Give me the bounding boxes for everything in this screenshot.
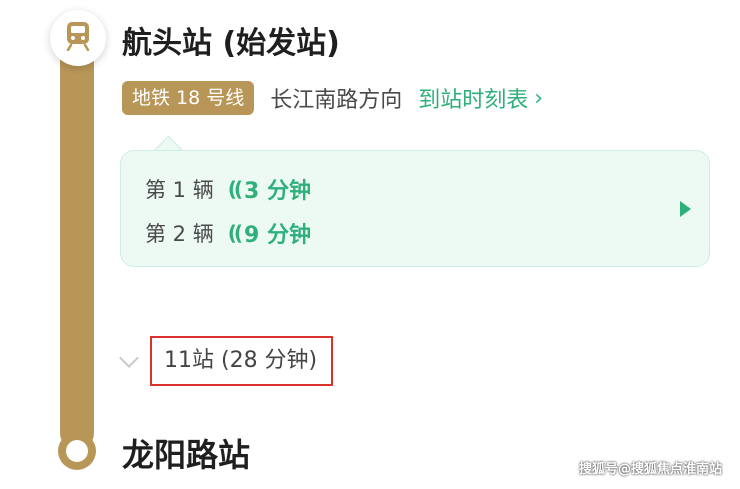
end-node-dot	[66, 440, 88, 462]
arrival-card[interactable]: 第 1 辆 (( 3 分钟 第 2 辆 (( 9 分钟	[120, 150, 710, 267]
arrival-row: 第 1 辆 (( 3 分钟	[145, 173, 311, 205]
start-station-title: 航头站 (始发站)	[122, 26, 340, 61]
chevron-right-icon: ›	[534, 85, 544, 111]
end-station-node	[58, 432, 96, 470]
vehicle-label: 第 1 辆	[145, 178, 214, 202]
arrival-row: 第 2 辆 (( 9 分钟	[145, 217, 311, 249]
route-line	[60, 30, 94, 450]
train-icon	[64, 21, 92, 55]
chevron-down-icon[interactable]	[119, 348, 139, 368]
stops-toggle[interactable]: 11站 (28 分钟)	[119, 336, 334, 386]
line-badge[interactable]: 地铁 18 号线	[122, 81, 255, 115]
arrival-eta: 3 分钟	[244, 179, 311, 204]
realtime-signal-icon: ((	[227, 177, 243, 201]
vehicle-label: 第 2 辆	[145, 222, 214, 246]
stops-summary[interactable]: 11站 (28 分钟)	[150, 336, 334, 386]
timetable-link[interactable]: 到站时刻表 ›	[418, 82, 543, 114]
line-info-row: 地铁 18 号线 长江南路方向 到站时刻表 ›	[122, 80, 543, 116]
end-station-title: 龙阳路站	[122, 436, 251, 474]
watermark: 搜狐号@搜狐焦点淮南站	[578, 462, 722, 477]
timetable-link-label: 到站时刻表	[418, 88, 529, 113]
arrival-eta: 9 分钟	[244, 223, 311, 248]
play-arrow-icon[interactable]	[680, 201, 691, 217]
start-station-node	[50, 10, 106, 66]
direction-label: 长江南路方向	[270, 88, 403, 113]
realtime-signal-icon: ((	[227, 221, 243, 245]
